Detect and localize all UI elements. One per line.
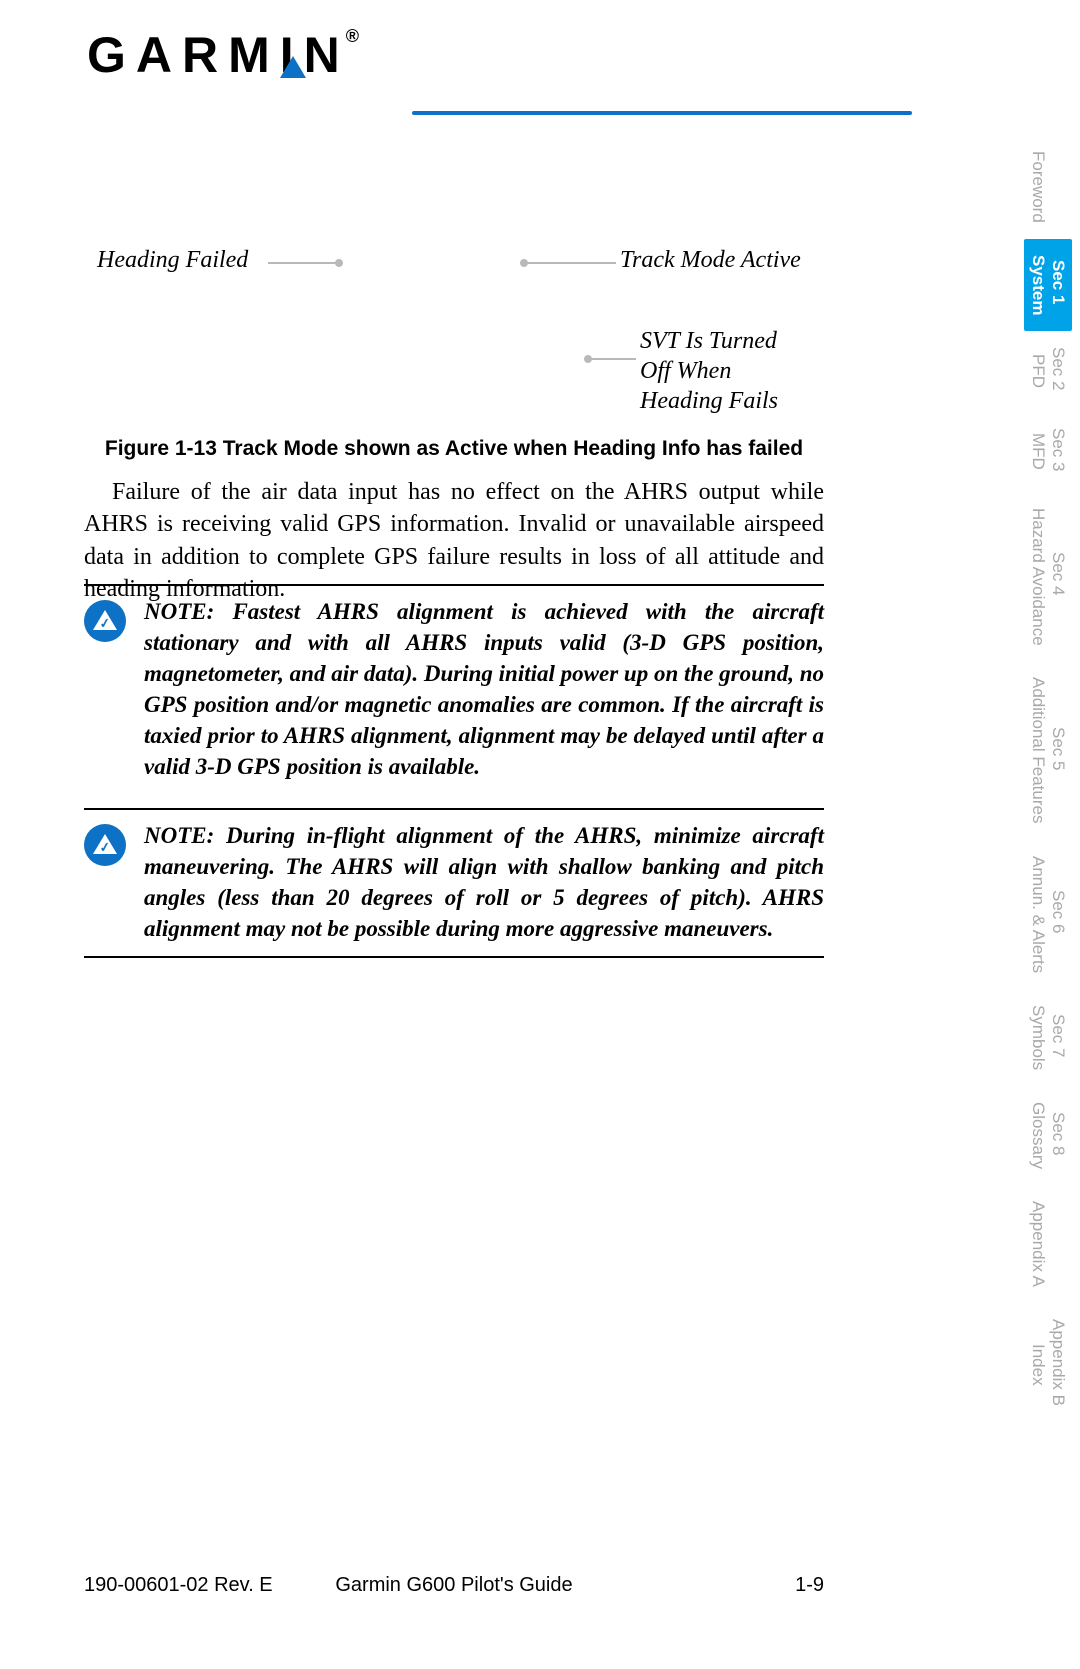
annotation-heading-failed: Heading Failed xyxy=(97,247,248,274)
callout-line xyxy=(524,262,616,264)
page: GARMIN® Heading Failed Track Mode Active… xyxy=(0,0,1080,1669)
tab-label: Sec 5 xyxy=(1049,727,1068,770)
tab-sec3-mfd[interactable]: Sec 3 MFD xyxy=(1024,412,1072,492)
note-body: : Fastest AHRS alignment is achieved wit… xyxy=(144,599,824,779)
tab-sublabel: Hazard Avoidance xyxy=(1028,508,1048,646)
registered-mark: ® xyxy=(346,26,369,46)
tab-foreword[interactable]: Foreword xyxy=(1024,135,1052,239)
tab-appendix-a[interactable]: Appendix A xyxy=(1024,1185,1052,1303)
tab-label: Foreword xyxy=(1029,151,1048,223)
brand-name: GARMIN xyxy=(87,27,350,83)
tab-sublabel: Annun. & Alerts xyxy=(1028,856,1048,973)
tab-sec5-additional[interactable]: Sec 5 Additional Features xyxy=(1024,661,1072,839)
footer: 190-00601-02 Rev. E Garmin G600 Pilot's … xyxy=(84,1574,824,1597)
header-rule xyxy=(412,111,912,115)
tab-sec6-annun[interactable]: Sec 6 Annun. & Alerts xyxy=(1024,840,1072,989)
tab-label: Appendix A xyxy=(1029,1201,1048,1287)
header: GARMIN® xyxy=(87,26,829,84)
note-body: : During in-flight alignment of the AHRS… xyxy=(144,823,824,941)
tab-label: Sec 2 xyxy=(1049,347,1068,390)
tab-sec4-hazard[interactable]: Sec 4 Hazard Avoidance xyxy=(1024,492,1072,662)
tab-label: Sec 6 xyxy=(1049,890,1068,933)
note-text: NOTE: Fastest AHRS alignment is achieved… xyxy=(144,596,824,782)
tab-sec2-pfd[interactable]: Sec 2 PFD xyxy=(1024,331,1072,411)
logo-text: GARMIN® xyxy=(87,26,369,84)
note-label: NOTE xyxy=(144,823,207,848)
annotation-svt-off: SVT Is Turned Off When Heading Fails xyxy=(640,326,810,416)
note-text: NOTE: During in-flight alignment of the … xyxy=(144,820,824,944)
tab-sublabel: Additional Features xyxy=(1028,677,1048,823)
tab-label: Appendix B xyxy=(1049,1319,1068,1406)
tab-label: Sec 3 xyxy=(1049,428,1068,471)
tab-label: Sec 4 xyxy=(1049,552,1068,595)
callout-dot xyxy=(584,355,592,363)
tab-sublabel: MFD xyxy=(1028,428,1048,476)
garmin-logo: GARMIN® xyxy=(87,26,829,84)
callout-line xyxy=(268,262,338,264)
footer-title: Garmin G600 Pilot's Guide xyxy=(84,1574,824,1597)
tab-sublabel: PFD xyxy=(1028,347,1048,395)
tab-label: Sec 8 xyxy=(1049,1112,1068,1155)
note-check-icon: ✓ xyxy=(84,824,126,866)
tab-sec8-glossary[interactable]: Sec 8 Glossary xyxy=(1024,1086,1072,1185)
tab-sublabel: System xyxy=(1028,255,1048,315)
figure-caption: Figure 1-13 Track Mode shown as Active w… xyxy=(84,437,824,461)
tab-sublabel: Glossary xyxy=(1028,1102,1048,1169)
callout-dot xyxy=(335,259,343,267)
note-check-icon: ✓ xyxy=(84,600,126,642)
section-tabs: Foreword Sec 1 System Sec 2 PFD Sec 3 MF… xyxy=(1024,135,1080,1427)
tab-appendix-b[interactable]: Appendix B Index xyxy=(1024,1303,1072,1427)
tab-sec7-symbols[interactable]: Sec 7 Symbols xyxy=(1024,989,1072,1086)
note-label: NOTE xyxy=(144,599,207,624)
note-row: ✓ NOTE: Fastest AHRS alignment is achiev… xyxy=(84,586,824,794)
tab-sublabel: Symbols xyxy=(1028,1005,1048,1070)
tab-sec1-system[interactable]: Sec 1 System xyxy=(1024,239,1072,331)
callout-line xyxy=(588,358,636,360)
note-row: ✓ NOTE: During in-flight alignment of th… xyxy=(84,810,824,956)
callout-dot xyxy=(520,259,528,267)
annotation-track-mode-active: Track Mode Active xyxy=(620,247,801,274)
note-rule-bottom xyxy=(84,956,824,958)
tab-label: Sec 1 xyxy=(1049,260,1068,304)
tab-label: Sec 7 xyxy=(1049,1014,1068,1057)
note-block-1: ✓ NOTE: Fastest AHRS alignment is achiev… xyxy=(84,584,824,794)
garmin-delta-icon xyxy=(280,56,306,78)
tab-sublabel: Index xyxy=(1028,1319,1048,1411)
note-block-2: ✓ NOTE: During in-flight alignment of th… xyxy=(84,808,824,958)
